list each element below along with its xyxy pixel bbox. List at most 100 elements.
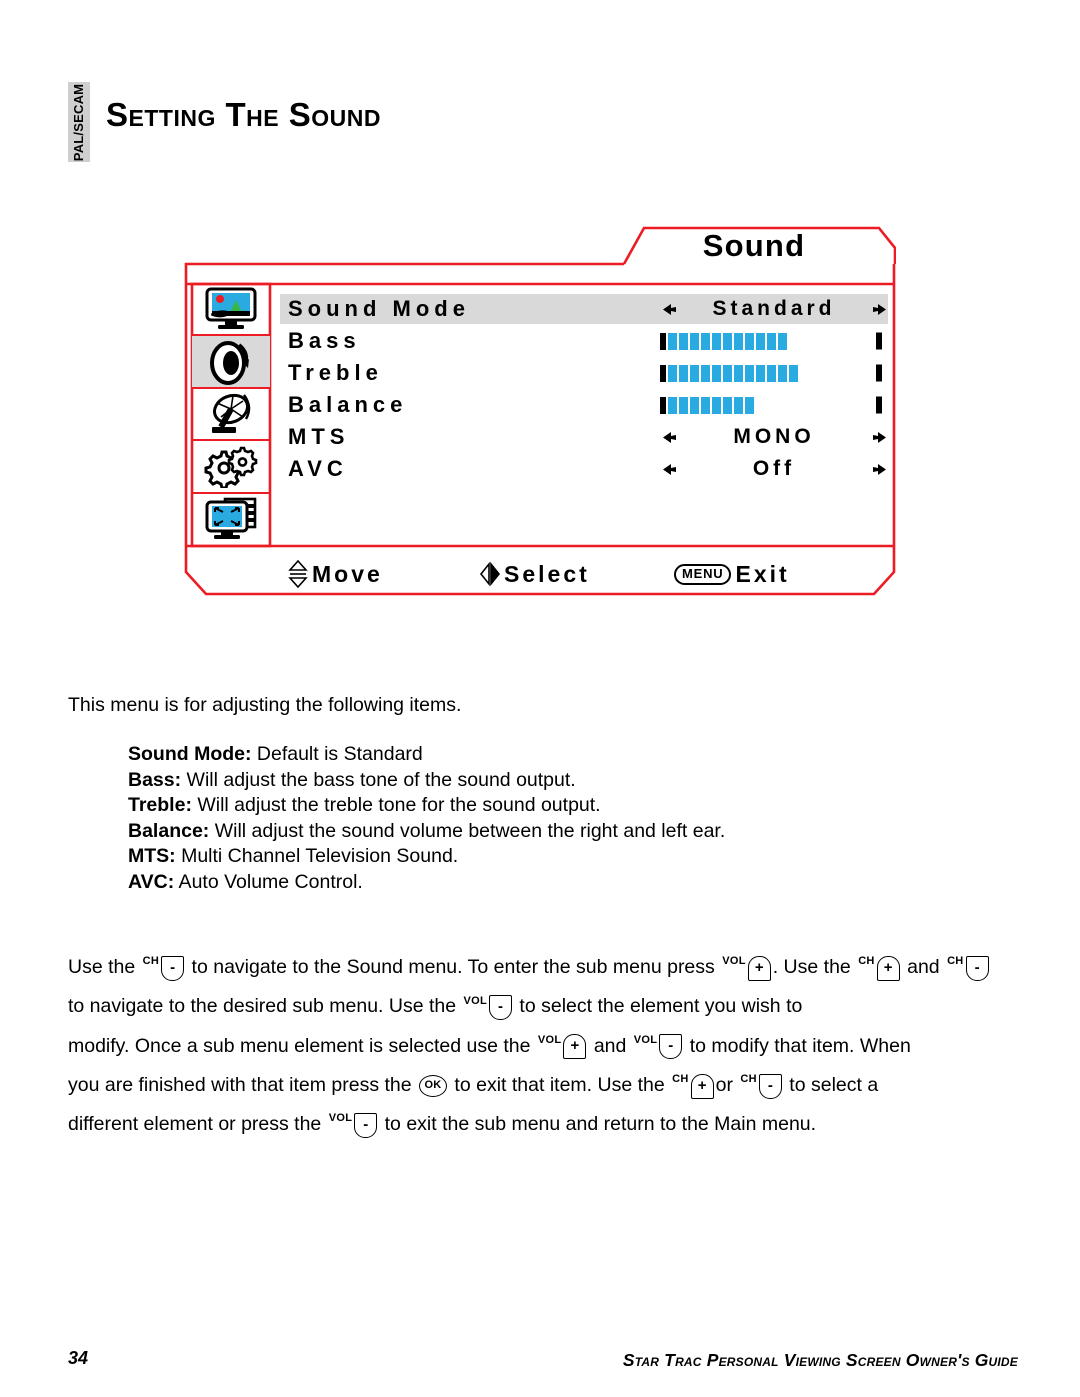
definition-item: Sound Mode: Default is Standard [128,742,725,768]
bar-segment [745,332,754,350]
button-vol-plus: VOL + [722,948,771,987]
definition-desc: Default is Standard [251,743,423,765]
menu-bar-treble[interactable] [660,358,888,388]
bar-segment [690,332,699,350]
vol-label: VOL [328,1112,353,1125]
vol-label: VOL [463,994,488,1007]
menu-value-avc: Off [660,454,888,484]
menu-row-bass[interactable]: Bass [280,326,888,356]
sidebar-icon-sound[interactable] [192,336,270,389]
osd-tab-title: Sound [702,228,806,263]
ch-label: CH [858,955,875,968]
bar-segment [690,396,699,414]
menu-row-treble[interactable]: Treble [280,358,888,388]
minus-key: - [965,955,989,981]
button-ch-plus: CH + [858,948,900,987]
definition-desc: Will adjust the sound volume between the… [209,819,726,842]
page-header: PAL/SECAM Setting The Sound [68,82,968,162]
bar-segment [756,332,765,350]
bar-end-cap [876,332,882,350]
bar-segment [701,396,710,414]
definition-term: MTS: [128,845,176,868]
ch-label: CH [142,955,160,968]
menu-bar-balance[interactable] [660,390,888,420]
bar-segment [756,364,765,382]
screen-size-icon [205,497,257,539]
bar-segment [723,396,732,414]
left-arrow-icon[interactable] [660,294,678,324]
definition-term: AVC: [128,870,175,893]
menu-row-avc[interactable]: AVC Off [280,454,888,484]
bar-start-cap [660,364,666,382]
value-text-avc: Off [752,457,796,480]
hint-select: Select [480,560,590,588]
bar-segment [778,364,787,382]
bar-end-cap [876,364,882,382]
menu-value-mts: MONO [660,422,888,452]
antenna-dish-icon [212,393,251,434]
menu-value-sound-mode: Standard [660,294,888,324]
bar-segment [712,396,721,414]
sidebar-icon-picture[interactable] [192,284,270,337]
hint-exit: MENU Exit [674,561,790,588]
pal-secam-tab: PAL/SECAM [68,82,90,162]
bar-segment [668,332,677,350]
value-text-sound-mode: Standard [712,297,836,320]
instr-text: and [907,956,946,978]
bar-segment [701,332,710,350]
instr-text: and [588,1034,632,1057]
menu-row-balance[interactable]: Balance [280,390,888,420]
value-text-mts: MONO [733,425,815,448]
sidebar-icon-setup[interactable] [192,441,270,494]
bar-segment [745,364,754,382]
minus-key: - [659,1034,683,1060]
minus-key: - [354,1112,378,1138]
left-arrow-icon[interactable] [660,422,678,452]
definition-term: Balance: [128,819,210,842]
menu-row-sound-mode[interactable]: Sound Mode Standard [280,294,888,324]
definition-item: Bass: Will adjust the bass tone of the s… [128,768,725,794]
bar-segment [778,332,787,350]
instr-text: to select the element you wish to [514,995,803,1018]
menu-bar-bass[interactable] [660,326,888,356]
instr-text: to navigate to the Sound menu. To enter … [186,956,721,978]
button-vol-minus: VOL - [634,1027,683,1066]
right-arrow-icon[interactable] [870,422,888,452]
plus-key: + [747,955,771,981]
minus-key: - [161,955,185,981]
bar-end-cap [876,396,882,414]
ch-label: CH [947,955,964,968]
footer-guide-title: Star Trac Personal Viewing Screen Owner'… [622,1350,1018,1370]
menu-row-mts[interactable]: MTS MONO [280,422,888,452]
button-ch-minus: CH - [143,948,185,987]
instr-text: to select a [783,1073,879,1096]
definition-desc: Will adjust the bass tone of the sound o… [181,768,576,791]
page-title: Setting The Sound [106,96,382,133]
sidebar-icon-antenna[interactable] [192,389,270,442]
right-arrow-icon[interactable] [870,454,888,484]
instr-text: you are finished with that item press th… [68,1073,418,1096]
sidebar-icon-screen-size[interactable] [192,494,270,544]
picture-icon [205,287,257,330]
menu-label-mts: MTS [288,424,350,449]
definition-term: Bass: [128,768,182,791]
left-arrow-icon[interactable] [660,454,678,484]
up-down-arrow-icon [288,560,308,588]
instr-text: different element or press the [68,1113,327,1136]
right-arrow-icon[interactable] [870,294,888,324]
instr-text: . Use the [772,956,857,978]
left-right-arrow-icon [480,560,500,588]
definition-item: Balance: Will adjust the sound volume be… [128,819,725,845]
hint-select-label: Select [504,560,590,587]
bar-segment [723,364,732,382]
button-ch-minus: CH - [947,948,989,987]
instructions-paragraph: Use the CH - to navigate to the Sound men… [68,948,1028,1144]
button-vol-minus: VOL - [329,1105,378,1144]
bar-segment [679,396,688,414]
ch-label: CH [740,1073,757,1086]
plus-key: + [690,1073,714,1099]
bar-segment [668,364,677,382]
vol-label: VOL [722,955,746,968]
menu-button-icon[interactable]: MENU [674,563,732,585]
hint-move-label: Move [312,560,383,587]
